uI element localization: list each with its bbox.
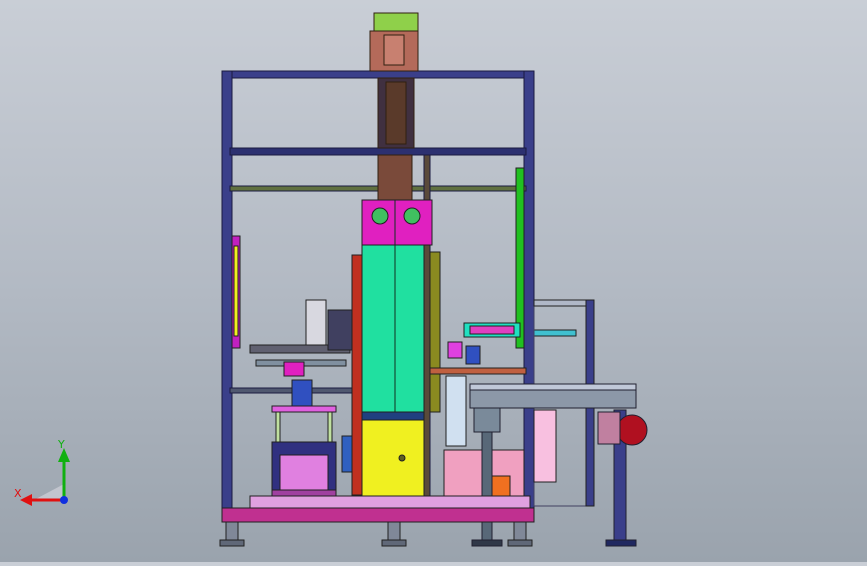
left-fixture — [271, 361, 353, 501]
left-panel — [231, 235, 353, 367]
press-left-plate — [351, 254, 363, 496]
coordinate-triad[interactable]: Y X — [14, 438, 70, 506]
frame-mid-beam — [229, 147, 527, 156]
frame-left-post — [221, 70, 233, 510]
motor-cap — [373, 12, 419, 32]
press-olive-plate — [429, 251, 441, 413]
press-head — [361, 199, 433, 246]
green-bar — [515, 167, 525, 349]
y-axis-label: Y — [57, 438, 65, 451]
press-body-yellow — [361, 419, 425, 497]
frame-right-post — [523, 70, 535, 510]
cad-viewport[interactable]: Y X — [0, 0, 867, 562]
cad-model-svg: Y X — [14, 12, 648, 547]
base-plate — [221, 507, 535, 523]
left-cylinder — [305, 299, 327, 346]
ram-column — [377, 154, 413, 201]
pink-tank — [533, 409, 557, 483]
x-axis-arrow — [20, 494, 32, 506]
red-disc — [616, 414, 648, 446]
top-motor — [369, 12, 419, 201]
z-axis-dot — [60, 496, 68, 504]
table-top — [469, 383, 637, 391]
fixture-top-plate — [271, 405, 337, 413]
press-stripe — [361, 411, 425, 421]
table-leg — [481, 431, 493, 543]
frame-top-beam — [221, 70, 535, 79]
x-axis-label: X — [14, 487, 22, 500]
press-body-green — [361, 244, 425, 416]
right-shelf — [429, 367, 527, 375]
